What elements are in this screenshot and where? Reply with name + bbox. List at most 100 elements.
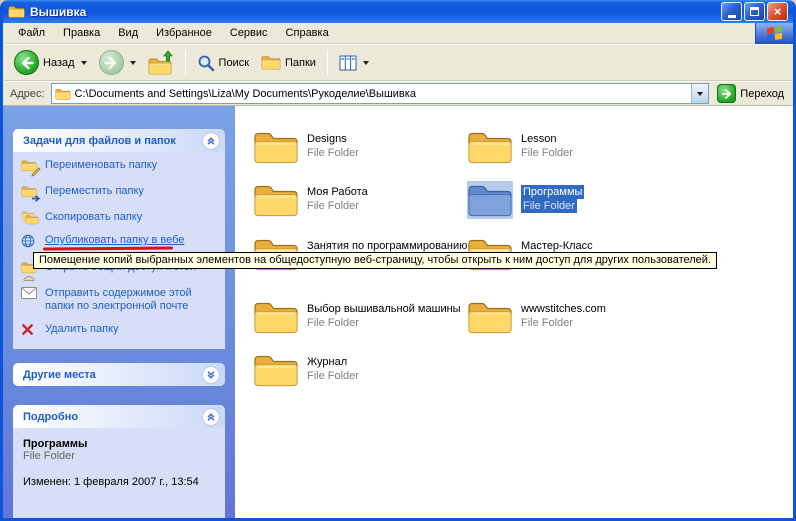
folders-label: Папки	[285, 57, 316, 69]
forward-dropdown-icon	[130, 61, 136, 65]
up-button[interactable]	[143, 47, 179, 79]
menu-view[interactable]: Вид	[109, 24, 147, 42]
back-icon	[14, 50, 39, 75]
folder-name: Журнал	[307, 355, 359, 369]
folder-type: File Folder	[521, 199, 577, 213]
forward-button[interactable]	[94, 47, 141, 78]
folder-type: File Folder	[307, 316, 461, 330]
chevron-down-icon	[697, 92, 703, 96]
chevron-up-icon[interactable]	[202, 408, 220, 426]
views-icon	[339, 55, 357, 71]
folder-item-vybor-mashiny[interactable]: Выбор вышивальной машины File Folder	[253, 298, 468, 336]
go-button[interactable]: Переход	[715, 84, 786, 103]
red-underline-annotation	[43, 247, 173, 251]
go-label: Переход	[740, 88, 784, 100]
task-label: Переместить папку	[45, 185, 144, 198]
menu-tools[interactable]: Сервис	[221, 24, 277, 42]
address-dropdown-button[interactable]	[691, 84, 708, 103]
content-area: Задачи для файлов и папок Переименовать …	[3, 106, 793, 518]
folder-item-designs[interactable]: Designs File Folder	[253, 128, 468, 166]
address-combo[interactable]: C:\Documents and Settings\Liza\My Docume…	[51, 83, 710, 104]
folder-name: Моя Работа	[307, 185, 368, 199]
minimize-icon	[728, 15, 736, 18]
task-copy-folder[interactable]: Скопировать папку	[21, 211, 219, 224]
menu-favorites[interactable]: Избранное	[147, 24, 221, 42]
folders-button[interactable]: Папки	[256, 51, 321, 74]
folder-icon	[253, 298, 299, 336]
menu-help[interactable]: Справка	[277, 24, 338, 42]
tooltip: Помещение копий выбранных элементов на о…	[33, 252, 717, 269]
task-rename-folder[interactable]: Переименовать папку	[21, 159, 219, 175]
folder-item-programmy-selected[interactable]: Программы File Folder	[467, 181, 682, 219]
windows-logo-icon	[755, 23, 793, 44]
close-icon: ×	[774, 5, 782, 18]
go-icon	[717, 84, 736, 103]
task-move-folder[interactable]: Переместить папку	[21, 185, 219, 201]
views-button[interactable]	[334, 52, 374, 74]
folder-icon-selected	[467, 181, 513, 219]
back-label: Назад	[43, 57, 75, 69]
folder-name: Программы	[521, 185, 584, 199]
minimize-button[interactable]	[721, 2, 742, 21]
menu-edit[interactable]: Правка	[54, 24, 109, 42]
window-title: Вышивка	[30, 5, 86, 19]
search-button[interactable]: Поиск	[192, 51, 254, 75]
explorer-window: Вышивка × Файл Правка Вид Избранное Серв…	[0, 0, 796, 521]
close-button[interactable]: ×	[767, 2, 788, 21]
move-folder-icon	[21, 185, 39, 201]
file-folder-tasks-header[interactable]: Задачи для файлов и папок	[13, 129, 225, 152]
folder-name: Lesson	[521, 132, 573, 146]
details-header[interactable]: Подробно	[13, 405, 225, 428]
views-dropdown-icon	[363, 61, 369, 65]
address-value: C:\Documents and Settings\Liza\My Docume…	[75, 88, 416, 100]
search-icon	[197, 54, 215, 72]
task-label: Скопировать папку	[45, 211, 142, 224]
task-email-folder[interactable]: Отправить содержимое этой папки по элект…	[21, 287, 219, 313]
task-delete-folder[interactable]: Удалить папку	[21, 323, 219, 339]
file-folder-tasks-body: Переименовать папку Переместить папку	[13, 152, 225, 349]
folder-icon	[253, 351, 299, 389]
folder-icon	[253, 181, 299, 219]
menu-bar: Файл Правка Вид Избранное Сервис Справка	[3, 23, 793, 44]
email-icon	[21, 287, 39, 302]
forward-icon	[99, 50, 124, 75]
folder-name: Designs	[307, 132, 359, 146]
maximize-icon	[750, 7, 759, 16]
folder-item-lesson[interactable]: Lesson File Folder	[467, 128, 682, 166]
delete-icon	[21, 323, 39, 339]
back-button[interactable]: Назад	[9, 47, 92, 78]
publish-web-icon	[21, 234, 39, 251]
maximize-button[interactable]	[744, 2, 765, 21]
folder-icon	[253, 128, 299, 166]
file-folder-tasks-title: Задачи для файлов и папок	[23, 135, 176, 147]
toolbar: Назад Поиск Папки	[3, 44, 793, 81]
other-places-title: Другие места	[23, 369, 96, 381]
folders-icon	[261, 54, 281, 71]
back-dropdown-icon	[81, 61, 87, 65]
folder-item-moya-rabota[interactable]: Моя Работа File Folder	[253, 181, 468, 219]
folder-type: File Folder	[307, 146, 359, 160]
chevron-down-icon[interactable]	[202, 366, 220, 384]
section-details: Подробно Программы File Folder Изменен: …	[13, 405, 225, 518]
address-label: Адрес:	[10, 88, 45, 100]
task-pane: Задачи для файлов и папок Переименовать …	[3, 106, 235, 518]
toolbar-separator	[327, 50, 328, 76]
up-icon	[148, 50, 174, 76]
other-places-header[interactable]: Другие места	[13, 363, 225, 386]
task-label: Опубликовать папку в вебе	[45, 234, 184, 247]
title-bar: Вышивка ×	[3, 0, 793, 23]
menu-file[interactable]: Файл	[9, 24, 54, 42]
window-controls: ×	[721, 2, 788, 21]
chevron-up-icon[interactable]	[202, 132, 220, 150]
address-bar: Адрес: C:\Documents and Settings\Liza\My…	[3, 81, 793, 106]
folder-name: Мастер-Класс	[521, 239, 593, 253]
details-body: Программы File Folder Изменен: 1 февраля…	[13, 428, 225, 518]
folder-item-wwwstitches[interactable]: wwwstitches.com File Folder	[467, 298, 682, 336]
address-folder-icon	[55, 87, 71, 101]
details-item-type: File Folder	[23, 450, 217, 462]
folder-name: wwwstitches.com	[521, 302, 606, 316]
folder-item-zhurnal[interactable]: Журнал File Folder	[253, 351, 468, 389]
folder-name: Занятия по программированию	[307, 239, 467, 253]
task-publish-folder-web[interactable]: Опубликовать папку в вебе	[21, 234, 219, 251]
window-folder-icon	[8, 4, 25, 19]
